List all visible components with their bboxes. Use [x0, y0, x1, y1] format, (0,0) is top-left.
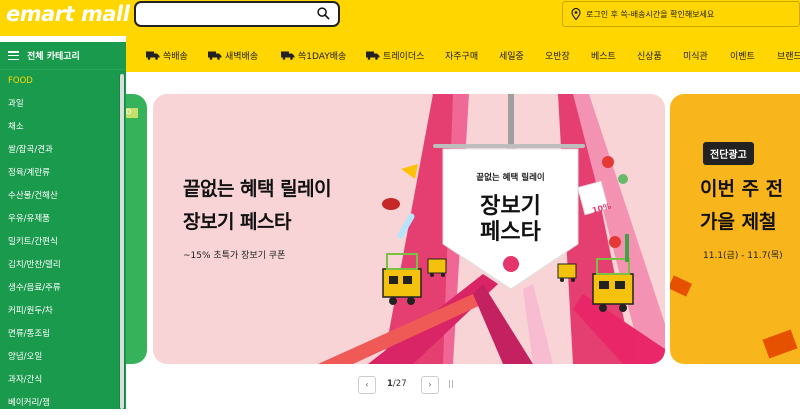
next-banner-date: 11.1(금) - 11.7(목): [703, 251, 783, 261]
pager-prev-button[interactable]: ‹: [358, 376, 376, 394]
nav-brand[interactable]: 브랜드: [777, 49, 800, 62]
banner-subtitle: ~15% 초특가 장보기 쿠폰: [183, 251, 286, 261]
category-food[interactable]: FOOD: [0, 70, 126, 93]
prev-banner-slide[interactable]: D: [126, 94, 147, 364]
nav-label: 쓱1DAY배송: [298, 52, 347, 62]
prev-banner-tag: D: [126, 108, 138, 118]
leaflet-ad-badge: 전단광고: [703, 142, 754, 165]
nav-label: 이벤트: [730, 52, 755, 62]
category-item[interactable]: 정육/계란류: [0, 162, 126, 185]
category-item[interactable]: 쌀/잡곡/견과: [0, 139, 126, 162]
category-item[interactable]: 양념/오일: [0, 346, 126, 369]
nav-new[interactable]: 신상품: [637, 49, 662, 62]
nav-gourmet[interactable]: 미식관: [683, 49, 708, 62]
pager-counter: 1/27: [387, 379, 407, 389]
main-banner-slide[interactable]: 끝없는 혜택 릴레이 장보기 페스타 ~15% 초특가 장보기 쿠폰 끝없는 혜…: [153, 94, 665, 364]
category-item[interactable]: 밀키트/간편식: [0, 231, 126, 254]
nav-label: 브랜드: [777, 52, 800, 62]
banner-title-line2: 장보기 페스타: [183, 211, 292, 233]
delivery-time-check[interactable]: 로그인 후 쓱-배송시간을 확인해보세요: [562, 1, 800, 27]
main-nav: 쓱배송 새벽배송 쓱1DAY배송 트레이더스 자주구매 세일중 오반장 베스트 …: [126, 36, 800, 72]
truck-icon: [366, 51, 380, 60]
category-item[interactable]: 과일: [0, 93, 126, 116]
location-pin-icon: [571, 8, 581, 20]
nav-label: 트레이더스: [383, 52, 425, 62]
truck-icon: [281, 51, 295, 60]
category-item[interactable]: 수산물/건해산: [0, 185, 126, 208]
sidebar-scrollbar[interactable]: [119, 74, 125, 409]
category-item[interactable]: 생수/음료/주류: [0, 277, 126, 300]
nav-label: 쓱배송: [163, 52, 188, 62]
top-header: emart mall 로그인 후 쓱-배송시간을 확인해보세요: [0, 0, 800, 36]
nav-label: 오반장: [545, 52, 570, 62]
nav-label: 미식관: [683, 52, 708, 62]
nav-label: 세일중: [499, 52, 524, 62]
pennant-caption: 끝없는 혜택 릴레이: [476, 173, 545, 183]
banner-pager: ‹ 1/27 › ||: [0, 376, 800, 394]
search-bar[interactable]: [134, 1, 340, 27]
nav-ssg-delivery[interactable]: 쓱배송: [146, 49, 188, 62]
next-banner-title-line2: 가을 제철: [700, 211, 777, 233]
search-icon[interactable]: [317, 7, 330, 20]
pager-pause-button[interactable]: ||: [442, 376, 460, 394]
truck-icon: [208, 51, 222, 60]
category-item[interactable]: 우유/유제품: [0, 208, 126, 231]
nav-event[interactable]: 이벤트: [730, 49, 755, 62]
category-item[interactable]: 면류/통조림: [0, 323, 126, 346]
nav-label: 새벽배송: [225, 52, 259, 62]
nav-obanjang[interactable]: 오반장: [545, 49, 570, 62]
nav-dawn-delivery[interactable]: 새벽배송: [208, 49, 258, 62]
emart-mall-logo[interactable]: emart mall: [6, 2, 130, 26]
pager-next-button[interactable]: ›: [421, 376, 439, 394]
category-item[interactable]: 김치/반찬/델리: [0, 254, 126, 277]
next-banner-slide[interactable]: 전단광고 이번 주 전 가을 제철 11.1(금) - 11.7(목): [670, 94, 800, 364]
nav-label: 베스트: [591, 52, 616, 62]
category-list: FOOD 과일 채소 쌀/잡곡/견과 정육/계란류 수산물/건해산 우유/유제품…: [0, 70, 126, 415]
all-category-toggle[interactable]: 전체 카테고리: [0, 42, 126, 70]
category-item[interactable]: 베이커리/잼: [0, 392, 126, 415]
nav-1day-delivery[interactable]: 쓱1DAY배송: [281, 49, 346, 62]
menu-icon: [8, 51, 19, 60]
nav-traders[interactable]: 트레이더스: [366, 49, 424, 62]
scrollbar-thumb[interactable]: [120, 74, 124, 409]
category-item[interactable]: 커피/원두/차: [0, 300, 126, 323]
banner-title-line1: 끝없는 혜택 릴레이: [183, 178, 332, 200]
nav-on-sale[interactable]: 세일중: [499, 49, 524, 62]
nav-best[interactable]: 베스트: [591, 49, 616, 62]
next-banner-title-line1: 이번 주 전: [700, 178, 784, 200]
delivery-notice-text: 로그인 후 쓱-배송시간을 확인해보세요: [586, 9, 715, 19]
sidebar-title: 전체 카테고리: [27, 52, 80, 62]
pager-total: /27: [392, 379, 407, 389]
truck-icon: [146, 51, 160, 60]
nav-label: 자주구매: [445, 52, 479, 62]
category-sidebar: 전체 카테고리 FOOD 과일 채소 쌀/잡곡/견과 정육/계란류 수산물/건해…: [0, 42, 126, 409]
nav-frequent[interactable]: 자주구매: [445, 49, 478, 62]
nav-label: 신상품: [637, 52, 662, 62]
pennant-title-line2: 페스타: [480, 220, 541, 245]
category-item[interactable]: 채소: [0, 116, 126, 139]
